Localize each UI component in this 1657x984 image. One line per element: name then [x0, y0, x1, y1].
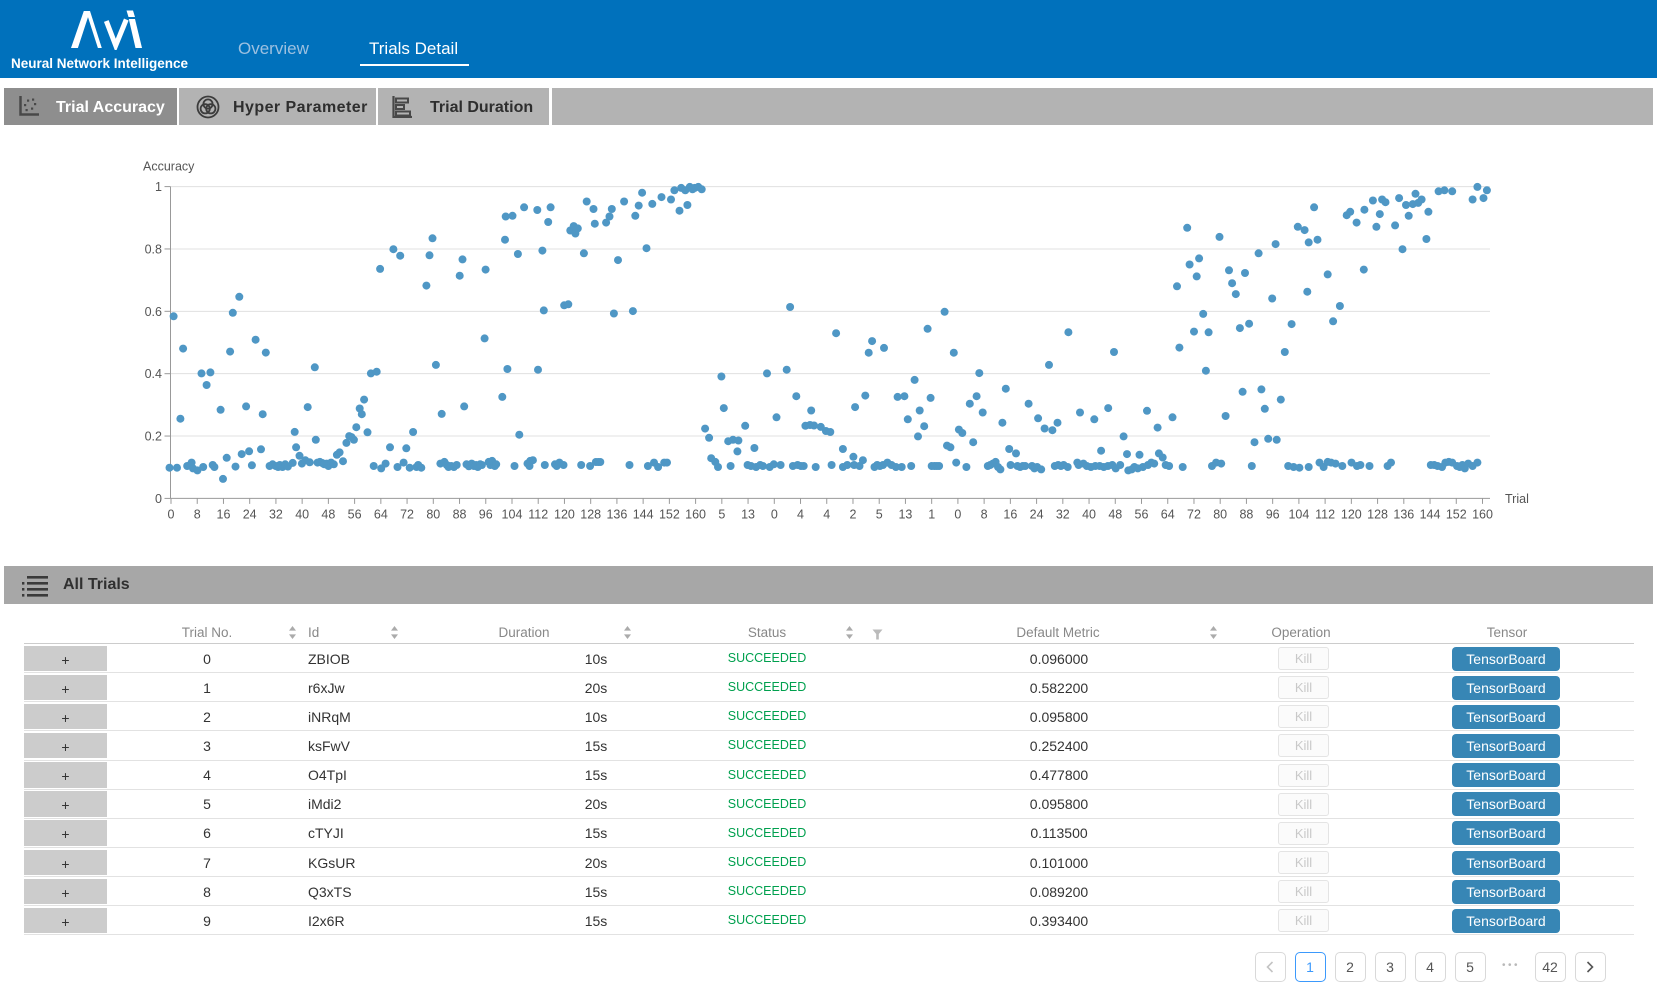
svg-text:24: 24 — [243, 507, 257, 521]
svg-text:0: 0 — [155, 492, 162, 506]
svg-text:48: 48 — [1108, 507, 1122, 521]
svg-text:8: 8 — [194, 507, 201, 521]
svg-text:1: 1 — [928, 507, 935, 521]
svg-text:104: 104 — [502, 507, 523, 521]
svg-text:144: 144 — [1420, 507, 1441, 521]
svg-text:88: 88 — [1239, 507, 1253, 521]
svg-text:13: 13 — [741, 507, 755, 521]
svg-text:32: 32 — [269, 507, 283, 521]
svg-text:64: 64 — [1161, 507, 1175, 521]
svg-text:80: 80 — [426, 507, 440, 521]
svg-text:2: 2 — [850, 507, 857, 521]
svg-text:Trial: Trial — [1505, 492, 1529, 506]
svg-text:48: 48 — [321, 507, 335, 521]
svg-text:152: 152 — [659, 507, 680, 521]
svg-text:80: 80 — [1213, 507, 1227, 521]
svg-text:16: 16 — [1003, 507, 1017, 521]
svg-text:40: 40 — [1082, 507, 1096, 521]
svg-text:112: 112 — [1315, 507, 1335, 521]
svg-text:4: 4 — [823, 507, 830, 521]
svg-text:128: 128 — [1367, 507, 1388, 521]
svg-text:72: 72 — [1187, 507, 1201, 521]
svg-text:152: 152 — [1446, 507, 1467, 521]
svg-text:0.8: 0.8 — [145, 242, 162, 256]
svg-text:0: 0 — [771, 507, 778, 521]
svg-text:144: 144 — [633, 507, 654, 521]
svg-text:104: 104 — [1288, 507, 1309, 521]
svg-text:1: 1 — [155, 180, 162, 194]
svg-text:136: 136 — [606, 507, 627, 521]
svg-text:96: 96 — [1266, 507, 1280, 521]
svg-text:96: 96 — [479, 507, 493, 521]
svg-text:16: 16 — [217, 507, 231, 521]
svg-text:24: 24 — [1030, 507, 1044, 521]
svg-text:120: 120 — [554, 507, 575, 521]
svg-text:0: 0 — [954, 507, 961, 521]
svg-text:160: 160 — [1472, 507, 1493, 521]
svg-text:0.2: 0.2 — [145, 430, 162, 444]
svg-text:88: 88 — [453, 507, 467, 521]
svg-text:0: 0 — [168, 507, 175, 521]
svg-text:13: 13 — [898, 507, 912, 521]
svg-text:72: 72 — [400, 507, 414, 521]
svg-text:136: 136 — [1393, 507, 1414, 521]
svg-text:32: 32 — [1056, 507, 1070, 521]
svg-text:112: 112 — [528, 507, 548, 521]
svg-text:64: 64 — [374, 507, 388, 521]
svg-text:56: 56 — [1135, 507, 1149, 521]
svg-text:56: 56 — [348, 507, 362, 521]
svg-text:0.4: 0.4 — [145, 367, 162, 381]
svg-text:128: 128 — [580, 507, 601, 521]
svg-text:8: 8 — [981, 507, 988, 521]
svg-text:5: 5 — [876, 507, 883, 521]
svg-text:160: 160 — [685, 507, 706, 521]
svg-text:Accuracy: Accuracy — [143, 160, 195, 174]
svg-text:5: 5 — [718, 507, 725, 521]
svg-text:4: 4 — [797, 507, 804, 521]
svg-text:40: 40 — [295, 507, 309, 521]
svg-text:120: 120 — [1341, 507, 1362, 521]
svg-text:0.6: 0.6 — [145, 305, 162, 319]
